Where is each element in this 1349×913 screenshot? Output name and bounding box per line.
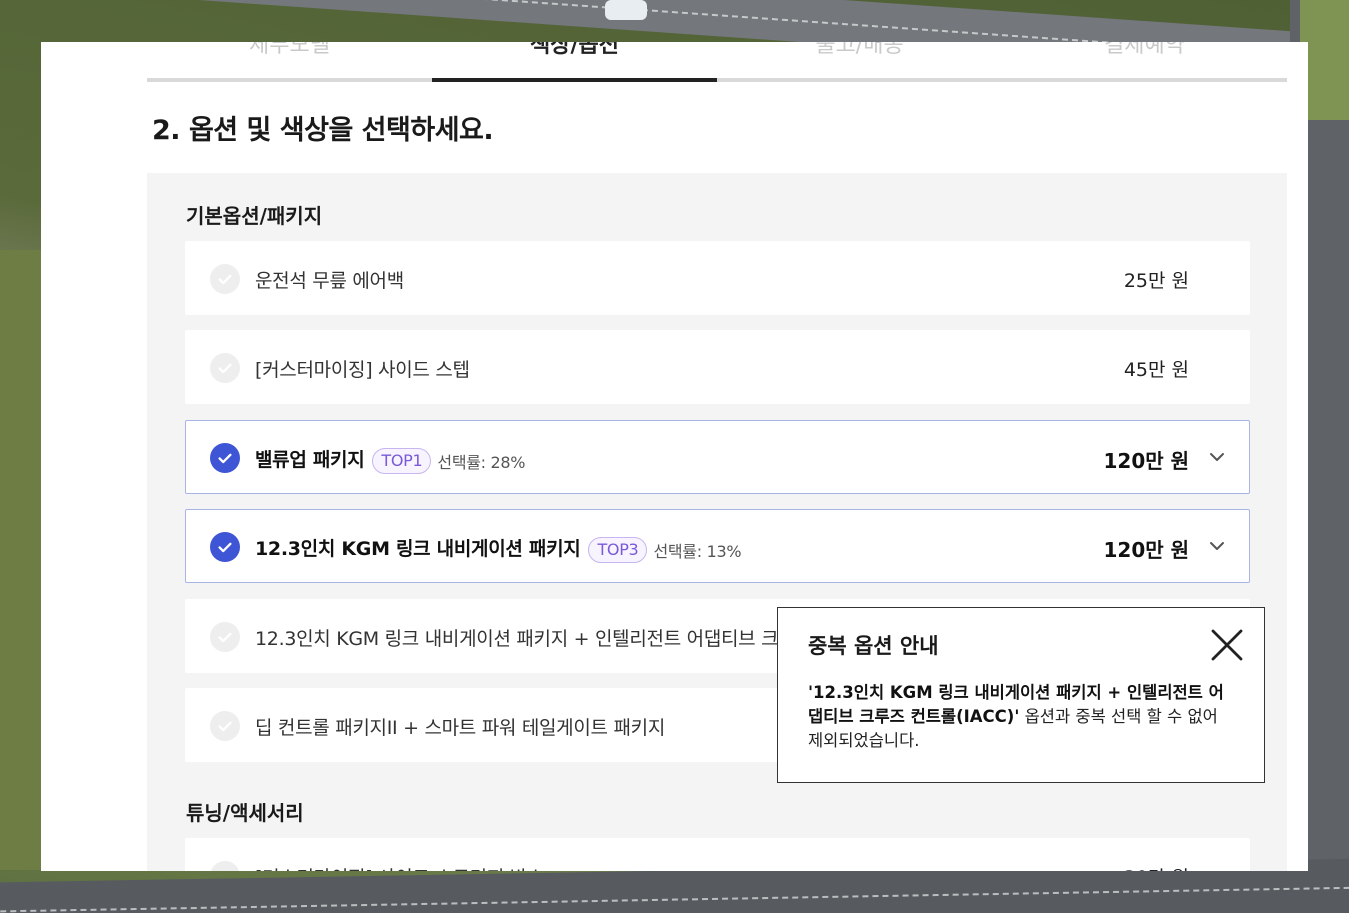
option-label: 운전석 무릎 에어백: [255, 270, 404, 292]
option-price: 30만 원: [1124, 863, 1189, 871]
option-label-wrap: 밸류업 패키지 TOP1 선택률: 28%: [255, 445, 526, 474]
option-navigation-package[interactable]: 12.3인치 KGM 링크 내비게이션 패키지 TOP3 선택률: 13% 120만…: [185, 509, 1250, 583]
selection-rate: 선택률: 28%: [437, 452, 526, 472]
group-title-tuning: 튜닝/액세서리: [186, 801, 304, 825]
option-value-up-package[interactable]: 밸류업 패키지 TOP1 선택률: 28% 120만 원: [185, 420, 1250, 494]
popup-message: '12.3인치 KGM 링크 내비게이션 패키지 + 인텔리전트 어댑티브 크루…: [808, 681, 1238, 753]
top-badge: TOP3: [588, 536, 648, 563]
option-side-step[interactable]: [커스터마이징] 사이드 스텝 45만 원: [185, 330, 1250, 404]
option-driver-knee-airbag[interactable]: 운전석 무릎 에어백 25만 원: [185, 241, 1250, 315]
group-title-basic: 기본옵션/패키지: [186, 204, 323, 228]
check-icon[interactable]: [210, 443, 240, 473]
section-title: 2. 옵션 및 색상을 선택하세요.: [152, 115, 494, 146]
grass: [0, 250, 45, 870]
check-icon[interactable]: [210, 711, 240, 741]
check-icon[interactable]: [210, 622, 240, 652]
option-price: 25만 원: [1123, 270, 1189, 292]
car: [605, 0, 647, 20]
tab-delivery[interactable]: 출고/배송: [717, 42, 1002, 82]
option-label: 밸류업 패키지: [255, 449, 365, 471]
option-label-wrap: 12.3인치 KGM 링크 내비게이션 패키지 TOP3 선택률: 13%: [255, 534, 742, 563]
check-icon[interactable]: [210, 353, 240, 383]
option-label: [커스터마이징] 사이드 스텝: [255, 359, 470, 381]
option-price: 120만 원: [1103, 449, 1189, 473]
selection-rate: 선택률: 13%: [653, 541, 742, 561]
chevron-down-icon[interactable]: [1207, 536, 1227, 556]
check-icon[interactable]: [210, 861, 240, 871]
step-tabs: 세부모델 색상/옵션 출고/배송 결제예약: [147, 42, 1287, 82]
chevron-down-icon[interactable]: [1207, 865, 1227, 871]
check-icon[interactable]: [210, 532, 240, 562]
option-label: 딥 컨트롤 패키지II + 스마트 파워 테일게이트 패키지: [255, 717, 666, 739]
tab-payment[interactable]: 결제예약: [1002, 42, 1287, 82]
popup-title: 중복 옵션 안내: [808, 634, 939, 658]
option-label: 12.3인치 KGM 링크 내비게이션 패키지 + 인텔리전트 어댑티브 크루: [255, 628, 796, 650]
option-price: 120만 원: [1103, 538, 1189, 562]
top-badge: TOP1: [372, 447, 432, 474]
option-price: 45만 원: [1123, 359, 1189, 381]
duplicate-option-popup: 중복 옵션 안내 '12.3인치 KGM 링크 내비게이션 패키지 + 인텔리전…: [777, 607, 1265, 783]
close-icon[interactable]: [1210, 628, 1244, 662]
check-icon[interactable]: [210, 264, 240, 294]
option-side-storage-box[interactable]: [커스터마이징] 사이드 스토리지 박스 30만 원: [185, 838, 1250, 871]
chevron-down-icon[interactable]: [1207, 447, 1227, 467]
tab-color-options[interactable]: 색상/옵션: [432, 42, 717, 82]
option-label: 12.3인치 KGM 링크 내비게이션 패키지: [255, 538, 581, 560]
tab-model[interactable]: 세부모델: [147, 42, 432, 82]
option-label: [커스터마이징] 사이드 스토리지 박스: [255, 863, 544, 871]
